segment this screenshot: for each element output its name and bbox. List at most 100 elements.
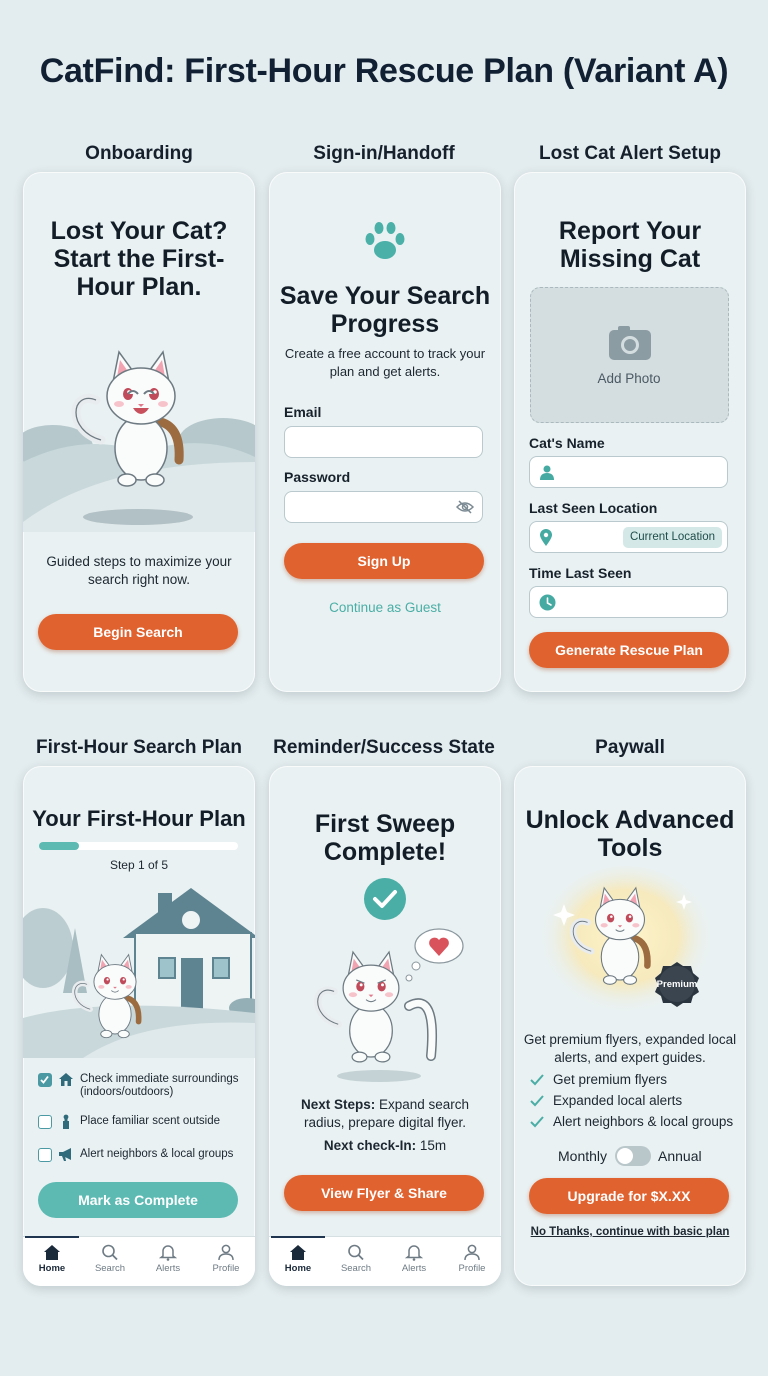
view-flyer-share-button[interactable]: View Flyer & Share (284, 1175, 484, 1211)
mark-as-complete-button[interactable]: Mark as Complete (38, 1182, 238, 1218)
screen-label-alert-setup: Lost Cat Alert Setup (539, 143, 721, 164)
premium-badge-label: Premium (656, 979, 698, 990)
annual-label[interactable]: Annual (658, 1148, 702, 1164)
feature-text: Expanded local alerts (553, 1093, 683, 1108)
onboarding-heading: Lost Your Cat? Start the First-Hour Plan… (50, 217, 228, 301)
tab-home[interactable]: Home (23, 1236, 81, 1286)
signin-description: Create a free account to track your plan… (284, 346, 486, 379)
alert-setup-heading: Report Your Missing Cat (558, 217, 702, 273)
tab-alerts[interactable]: Alerts (385, 1237, 443, 1286)
house-icon (59, 1073, 73, 1086)
upgrade-button[interactable]: Upgrade for $X.XX (529, 1178, 729, 1214)
checklist-item[interactable]: Alert neighbors & local groups (38, 1147, 248, 1165)
clock-icon (539, 594, 556, 611)
plan-progress-bar (39, 842, 238, 850)
screen-label-onboarding: Onboarding (85, 143, 193, 164)
bell-icon (159, 1245, 177, 1261)
checkbox-checked[interactable] (38, 1073, 52, 1087)
password-field[interactable] (284, 491, 483, 523)
signin-heading: Save Your Search Progress (279, 282, 491, 338)
feature-text: Get premium flyers (553, 1072, 668, 1087)
onboarding-description: Guided steps to maximize your search rig… (46, 554, 232, 587)
tab-bar: Home Search Alerts Profile (269, 1236, 501, 1286)
cat-name-field[interactable] (529, 456, 728, 488)
search-icon (102, 1244, 118, 1261)
next-steps-text: Next Steps: Expand search radius, prepar… (281, 1096, 489, 1132)
person-icon (540, 465, 554, 480)
tab-label: Search (94, 1263, 126, 1274)
camera-icon (609, 326, 651, 360)
next-checkin-label: Next check-In: (323, 1138, 417, 1153)
checklist-item-text: Check immediate surroundings (indoors/ou… (80, 1073, 239, 1098)
screen-label-plan: First-Hour Search Plan (36, 737, 242, 758)
feature-list: Get premium flyers Expanded local alerts… (530, 1072, 740, 1135)
success-screen: First Sweep Complete! Next Steps: Expand… (269, 766, 501, 1286)
eye-off-icon[interactable] (456, 499, 474, 515)
scent-icon (63, 1114, 69, 1129)
tab-label: Profile (458, 1263, 486, 1274)
tab-alerts[interactable]: Alerts (139, 1237, 197, 1286)
home-icon (44, 1245, 60, 1260)
checkbox-unchecked[interactable] (38, 1148, 52, 1162)
no-thanks-link[interactable]: No Thanks, continue with basic plan (514, 1226, 746, 1238)
billing-toggle[interactable] (615, 1146, 651, 1166)
screen-label-signin: Sign-in/Handoff (313, 143, 455, 164)
email-field[interactable] (284, 426, 483, 458)
success-check-icon (364, 878, 406, 920)
success-heading: First Sweep Complete! (314, 810, 456, 866)
checklist-item[interactable]: Check immediate surroundings (indoors/ou… (38, 1072, 248, 1102)
tab-search[interactable]: Search (81, 1237, 139, 1286)
last-seen-location-field[interactable]: Current Location (529, 521, 728, 553)
feature-item: Alert neighbors & local groups (530, 1114, 740, 1135)
tab-label: Alerts (401, 1263, 427, 1274)
search-icon (348, 1244, 364, 1261)
next-checkin-value: 15m (416, 1138, 447, 1153)
page-title: CatFind: First-Hour Rescue Plan (Variant… (39, 52, 729, 90)
sign-up-button[interactable]: Sign Up (284, 543, 484, 579)
bell-icon (405, 1245, 423, 1261)
monthly-label[interactable]: Monthly (558, 1148, 607, 1164)
plan-progress-fill (39, 842, 79, 850)
cat-name-label: Cat's Name (529, 435, 605, 451)
tab-profile[interactable]: Profile (197, 1237, 255, 1286)
location-pin-icon (540, 529, 552, 546)
check-icon (530, 1095, 544, 1107)
paywall-description: Get premium flyers, expanded local alert… (523, 1032, 737, 1065)
billing-toggle-row: Monthly Annual (514, 1146, 746, 1168)
tab-profile[interactable]: Profile (443, 1237, 501, 1286)
onboarding-screen: Lost Your Cat? Start the First-Hour Plan… (23, 172, 255, 692)
password-label: Password (284, 469, 351, 485)
tab-label: Alerts (155, 1263, 181, 1274)
house-scene-illustration (23, 888, 255, 1058)
checklist-item[interactable]: Place familiar scent outside (38, 1114, 248, 1132)
home-icon (290, 1245, 306, 1260)
time-last-seen-field[interactable] (529, 586, 728, 618)
tab-label: Profile (212, 1263, 240, 1274)
paw-icon (365, 222, 405, 259)
tab-home[interactable]: Home (269, 1236, 327, 1286)
tab-label: Home (38, 1263, 66, 1274)
add-photo-label: Add Photo (597, 371, 661, 386)
generate-rescue-plan-button[interactable]: Generate Rescue Plan (529, 632, 729, 668)
profile-icon (464, 1244, 480, 1261)
check-icon (530, 1074, 544, 1086)
cat-illustration (23, 312, 255, 532)
checklist-item-text: Alert neighbors & local groups (80, 1148, 234, 1160)
current-location-button[interactable]: Current Location (622, 527, 722, 548)
begin-search-button[interactable]: Begin Search (38, 614, 238, 650)
email-label: Email (284, 404, 322, 420)
add-photo-dropzone[interactable]: Add Photo (530, 287, 729, 423)
checklist-item-text: Place familiar scent outside (80, 1115, 220, 1127)
feature-item: Expanded local alerts (530, 1093, 740, 1114)
tab-search[interactable]: Search (327, 1237, 385, 1286)
premium-cat-illustration (538, 866, 714, 1022)
time-last-seen-label: Time Last Seen (529, 565, 632, 581)
next-checkin-text: Next check-In: 15m (269, 1138, 501, 1153)
checkbox-unchecked[interactable] (38, 1115, 52, 1129)
signin-screen: Save Your Search Progress Create a free … (269, 172, 501, 692)
plan-step-text: Step 1 of 5 (109, 858, 169, 872)
continue-as-guest-link[interactable]: Continue as Guest (269, 600, 501, 615)
next-steps-label: Next Steps: (300, 1097, 376, 1112)
tab-label: Search (340, 1263, 372, 1274)
plan-screen: Your First-Hour Plan Step 1 of 5 Check i… (23, 766, 255, 1286)
